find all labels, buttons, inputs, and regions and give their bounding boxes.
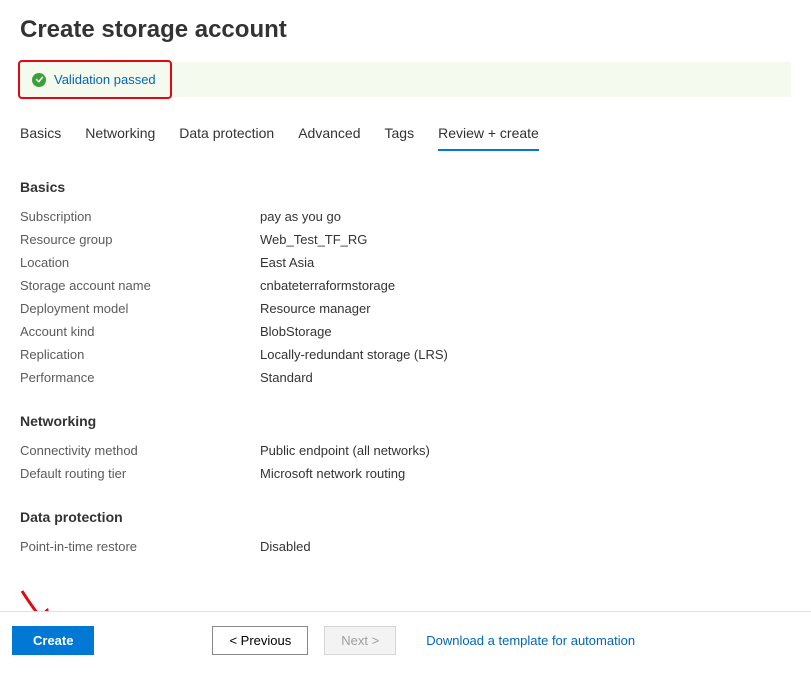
row-label: Resource group [20, 232, 260, 247]
tab-basics[interactable]: Basics [20, 117, 61, 151]
row-point-in-time-restore: Point-in-time restoreDisabled [20, 539, 791, 554]
section-data-protection: Data protection Point-in-time restoreDis… [20, 509, 791, 554]
next-button: Next > [324, 626, 396, 655]
footer-bar: Create < Previous Next > Download a temp… [0, 611, 811, 673]
row-label: Point-in-time restore [20, 539, 260, 554]
row-label: Account kind [20, 324, 260, 339]
row-label: Deployment model [20, 301, 260, 316]
section-basics: Basics Subscriptionpay as you go Resourc… [20, 179, 791, 385]
row-value: Web_Test_TF_RG [260, 232, 367, 247]
section-networking: Networking Connectivity methodPublic end… [20, 413, 791, 481]
row-label: Connectivity method [20, 443, 260, 458]
create-button[interactable]: Create [12, 626, 94, 655]
row-performance: PerformanceStandard [20, 370, 791, 385]
previous-button[interactable]: < Previous [212, 626, 308, 655]
download-template-link[interactable]: Download a template for automation [426, 633, 635, 648]
row-location: LocationEast Asia [20, 255, 791, 270]
row-replication: ReplicationLocally-redundant storage (LR… [20, 347, 791, 362]
row-value: BlobStorage [260, 324, 332, 339]
row-connectivity-method: Connectivity methodPublic endpoint (all … [20, 443, 791, 458]
row-label: Replication [20, 347, 260, 362]
row-default-routing-tier: Default routing tierMicrosoft network ro… [20, 466, 791, 481]
check-icon [32, 73, 46, 87]
row-label: Location [20, 255, 260, 270]
row-value: Microsoft network routing [260, 466, 405, 481]
row-value: Public endpoint (all networks) [260, 443, 430, 458]
row-label: Default routing tier [20, 466, 260, 481]
row-value: Disabled [260, 539, 311, 554]
row-value: cnbateterraformstorage [260, 278, 395, 293]
section-data-protection-title: Data protection [20, 509, 791, 525]
row-value: East Asia [260, 255, 314, 270]
row-resource-group: Resource groupWeb_Test_TF_RG [20, 232, 791, 247]
tab-networking[interactable]: Networking [85, 117, 155, 151]
row-value: Standard [260, 370, 313, 385]
tab-tags[interactable]: Tags [385, 117, 415, 151]
row-label: Subscription [20, 209, 260, 224]
row-value: Locally-redundant storage (LRS) [260, 347, 448, 362]
validation-text: Validation passed [54, 72, 156, 87]
row-value: Resource manager [260, 301, 371, 316]
row-subscription: Subscriptionpay as you go [20, 209, 791, 224]
validation-banner: Validation passed [20, 62, 791, 97]
tab-review-create[interactable]: Review + create [438, 117, 539, 151]
row-label: Storage account name [20, 278, 260, 293]
tab-advanced[interactable]: Advanced [298, 117, 360, 151]
section-networking-title: Networking [20, 413, 791, 429]
page-title: Create storage account [0, 0, 811, 62]
row-label: Performance [20, 370, 260, 385]
section-basics-title: Basics [20, 179, 791, 195]
tabs: Basics Networking Data protection Advanc… [0, 117, 811, 151]
review-content: Basics Subscriptionpay as you go Resourc… [0, 179, 811, 599]
row-value: pay as you go [260, 209, 341, 224]
row-deployment-model: Deployment modelResource manager [20, 301, 791, 316]
tab-data-protection[interactable]: Data protection [179, 117, 274, 151]
row-storage-account-name: Storage account namecnbateterraformstora… [20, 278, 791, 293]
row-account-kind: Account kindBlobStorage [20, 324, 791, 339]
